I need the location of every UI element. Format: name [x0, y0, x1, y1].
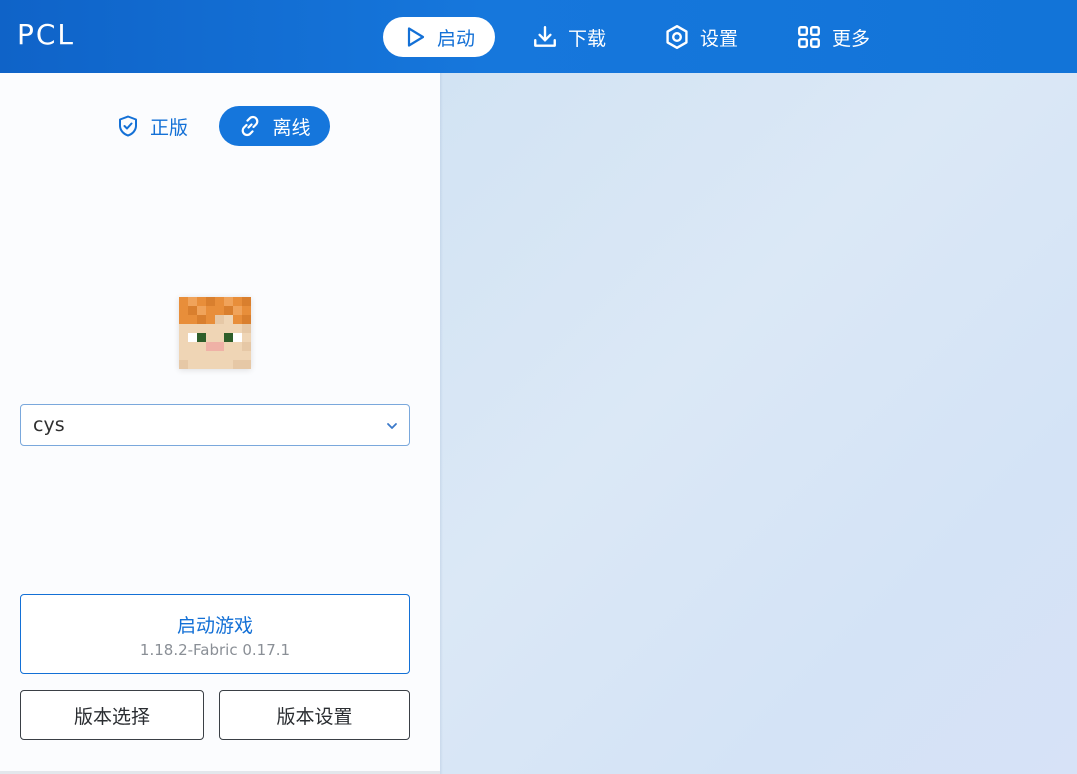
avatar-pixel: [233, 297, 242, 306]
avatar-pixel: [188, 306, 197, 315]
link-icon: [242, 115, 259, 137]
avatar-pixel: [233, 351, 242, 360]
avatar-pixel: [197, 324, 206, 333]
version-settings-button[interactable]: 版本设置: [219, 690, 410, 740]
avatar-pixel: [179, 333, 188, 342]
launch-version-label: 1.18.2-Fabric 0.17.1: [139, 641, 291, 659]
avatar-pixel: [215, 315, 224, 324]
nav-settings-tab[interactable]: 设置: [664, 17, 738, 57]
nav-more-tab[interactable]: 更多: [796, 17, 870, 57]
avatar-pixel: [179, 342, 188, 351]
avatar-pixel: [224, 351, 233, 360]
avatar-pixel: [188, 342, 197, 351]
avatar-pixel: [206, 351, 215, 360]
avatar-pixel: [206, 306, 215, 315]
nav-download-label: 下载: [568, 27, 607, 50]
official-account-tab[interactable]: 正版: [116, 106, 188, 146]
avatar-pixel: [197, 351, 206, 360]
avatar-pixel: [188, 297, 197, 306]
avatar-pixel: [179, 360, 188, 369]
grid-icon: [798, 26, 820, 48]
avatar-pixel: [224, 306, 233, 315]
username-value: cys: [33, 414, 65, 436]
version-select-label: 版本选择: [73, 705, 150, 728]
avatar-pixel: [179, 351, 188, 360]
avatar-pixel: [242, 333, 251, 342]
avatar-pixel: [206, 360, 215, 369]
shield-check-icon: [119, 115, 137, 137]
avatar-pixel: [206, 342, 215, 351]
avatar-pixel: [242, 315, 251, 324]
avatar-pixel: [242, 297, 251, 306]
avatar-pixel: [179, 315, 188, 324]
avatar-pixel: [215, 351, 224, 360]
avatar-pixel: [242, 324, 251, 333]
avatar-pixel: [242, 342, 251, 351]
avatar-pixel: [215, 360, 224, 369]
avatar-pixel: [242, 360, 251, 369]
avatar-pixel: [233, 306, 242, 315]
version-select-button[interactable]: 版本选择: [20, 690, 204, 740]
avatar-pixel: [224, 315, 233, 324]
avatar-pixel: [224, 324, 233, 333]
avatar-pixel: [224, 342, 233, 351]
play-icon: [407, 27, 425, 47]
launch-game-label: 启动游戏: [176, 615, 253, 637]
version-settings-label: 版本设置: [276, 705, 353, 728]
nav-download-tab[interactable]: 下载: [532, 17, 606, 57]
settings-icon: [666, 24, 688, 50]
nav-more-label: 更多: [832, 27, 871, 50]
avatar-pixel: [215, 306, 224, 315]
content-area: [440, 73, 1077, 774]
nav-launch-tab[interactable]: 启动: [383, 17, 496, 57]
avatar-pixel: [242, 306, 251, 315]
title-bar: PCL 启动 下载 设置 更多: [0, 0, 1077, 73]
avatar-pixel: [233, 342, 242, 351]
app-logo: PCL: [17, 18, 76, 51]
chevron-down-icon: [387, 423, 397, 429]
avatar-pixel: [233, 315, 242, 324]
avatar-pixel: [197, 315, 206, 324]
avatar-pixel: [197, 360, 206, 369]
player-avatar: [179, 297, 251, 369]
avatar-pixel: [215, 342, 224, 351]
avatar-pixel: [197, 297, 206, 306]
avatar-pixel: [215, 333, 224, 342]
avatar-pixel: [215, 324, 224, 333]
avatar-pixel: [224, 360, 233, 369]
official-account-label: 正版: [150, 116, 189, 139]
offline-account-label: 离线: [272, 116, 311, 139]
avatar-pixel: [206, 333, 215, 342]
avatar-pixel: [206, 315, 215, 324]
avatar-pixel: [224, 297, 233, 306]
avatar-pixel: [179, 297, 188, 306]
nav-settings-label: 设置: [700, 27, 739, 50]
avatar-pixel: [233, 324, 242, 333]
download-icon: [534, 26, 556, 47]
avatar-pixel: [179, 306, 188, 315]
avatar-pixel: [215, 297, 224, 306]
avatar-pixel: [206, 297, 215, 306]
nav-launch-label: 启动: [437, 27, 476, 50]
avatar-pixel: [197, 333, 206, 342]
avatar-pixel: [233, 333, 242, 342]
avatar-pixel: [188, 333, 197, 342]
avatar-pixel: [242, 351, 251, 360]
avatar-pixel: [188, 360, 197, 369]
avatar-pixel: [188, 351, 197, 360]
avatar-pixel: [224, 333, 233, 342]
avatar-pixel: [188, 315, 197, 324]
avatar-pixel: [197, 342, 206, 351]
username-dropdown[interactable]: cys: [20, 404, 410, 446]
avatar-pixel: [179, 324, 188, 333]
launch-game-button[interactable]: 启动游戏 1.18.2-Fabric 0.17.1: [20, 594, 410, 674]
avatar-pixel: [197, 306, 206, 315]
avatar-pixel: [206, 324, 215, 333]
avatar-pixel: [233, 360, 242, 369]
avatar-pixel: [188, 324, 197, 333]
offline-account-tab[interactable]: 离线: [219, 106, 330, 146]
